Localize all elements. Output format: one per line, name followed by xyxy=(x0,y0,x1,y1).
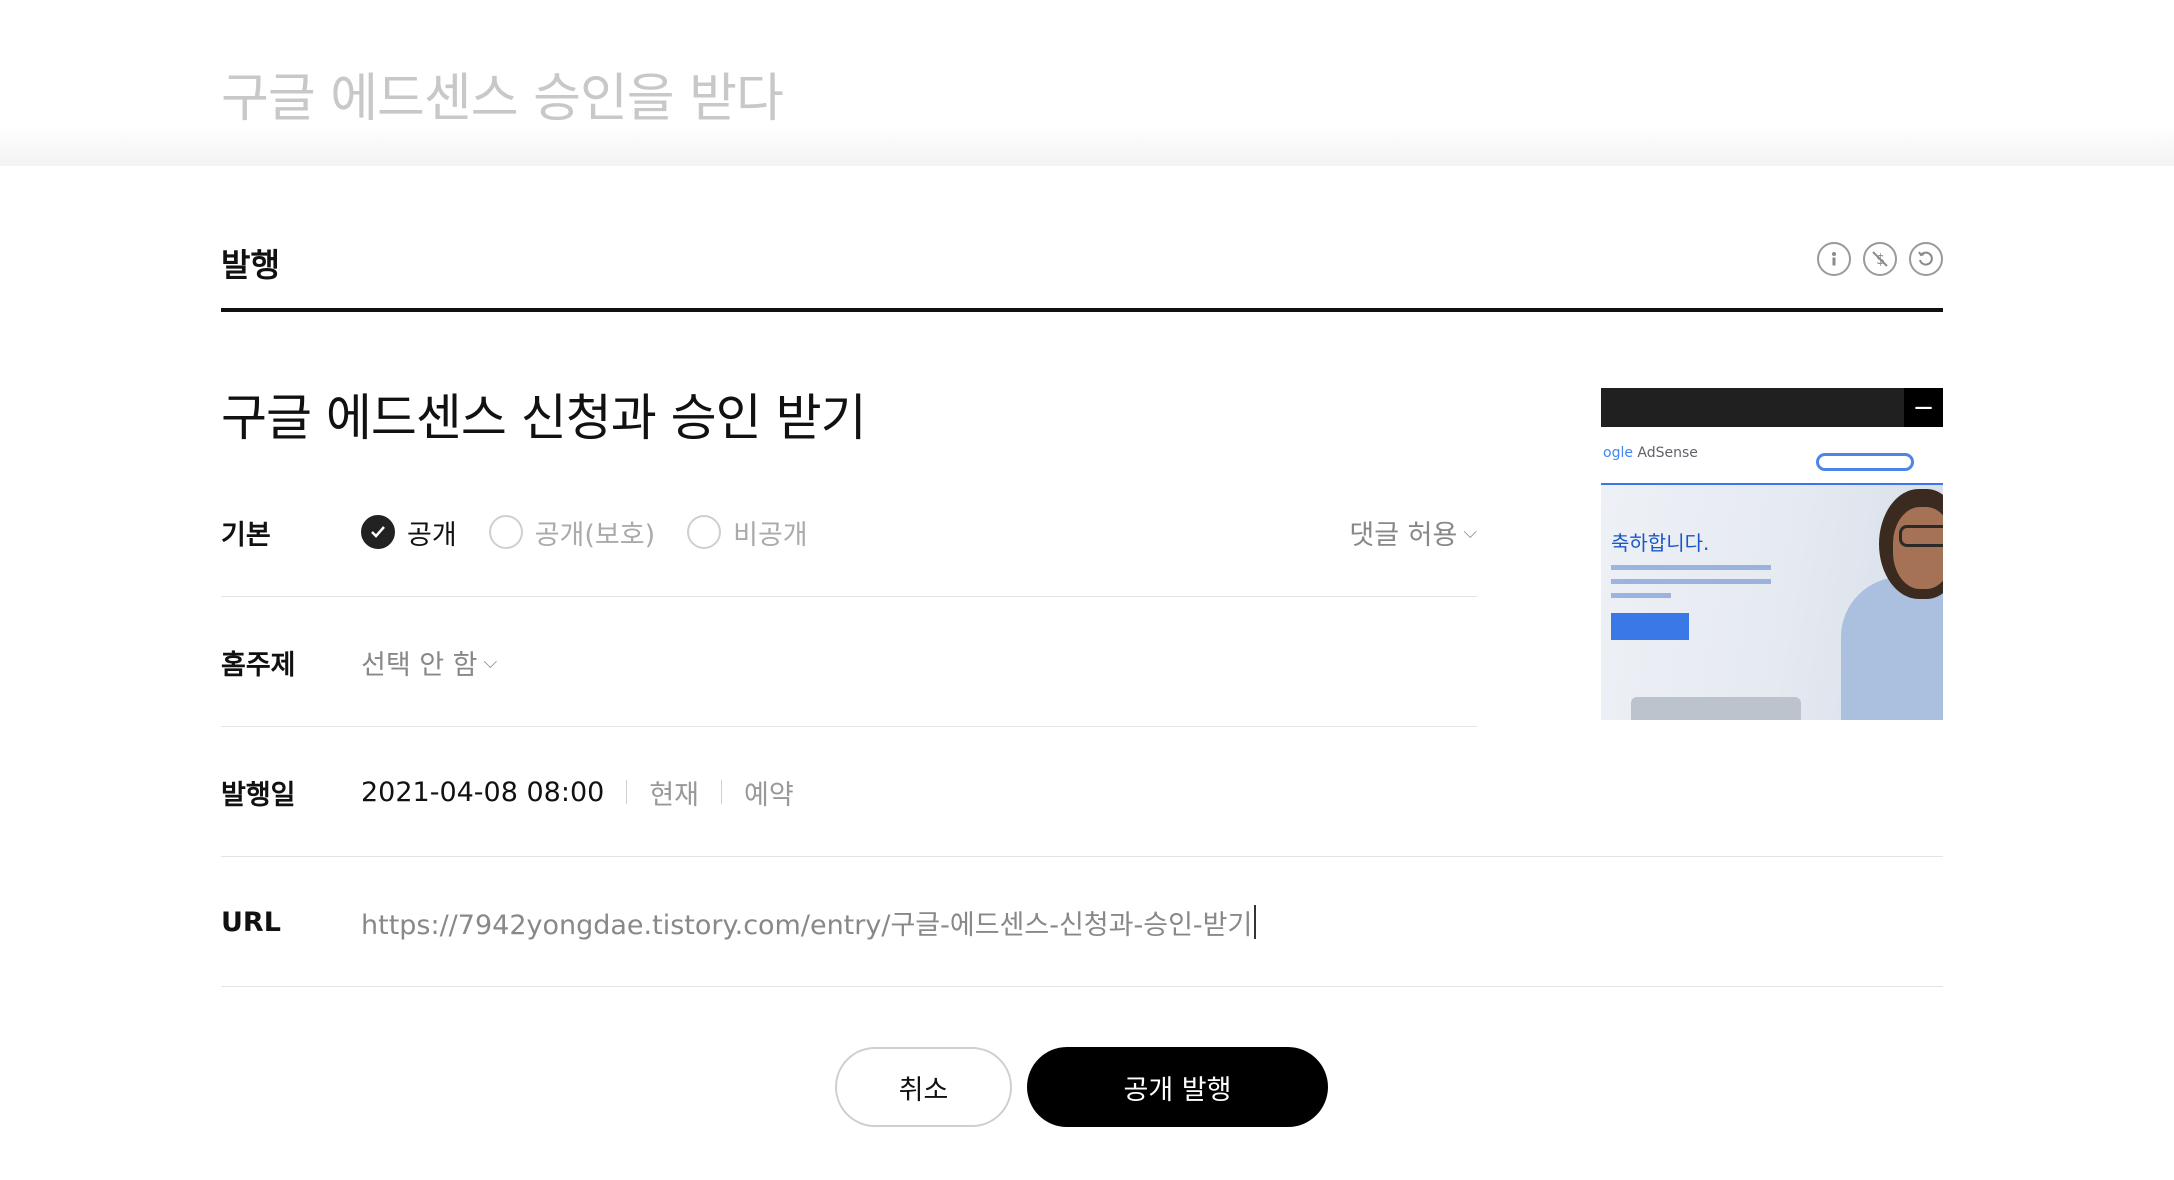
header-icons: $ xyxy=(1817,242,1943,276)
no-ads-icon[interactable]: $ xyxy=(1863,242,1897,276)
cancel-button[interactable]: 취소 xyxy=(835,1047,1012,1127)
adsense-headline: 축하합니다. xyxy=(1611,531,1710,555)
text-line xyxy=(1611,593,1671,598)
radio-public-label: 공개 xyxy=(407,519,457,551)
adsense-divider xyxy=(1601,483,1943,485)
radio-circle-icon xyxy=(687,515,722,549)
topic-value: 선택 안 함 xyxy=(361,649,478,681)
radio-protected[interactable]: 공개(보호) xyxy=(488,513,656,552)
remove-thumbnail-button[interactable]: − xyxy=(1904,388,1943,427)
adsense-logo: ogle AdSense xyxy=(1603,445,1698,461)
comment-setting-value: 댓글 허용 xyxy=(1349,519,1458,551)
visibility-options: 공개 공개(보호) 비공개 xyxy=(361,467,840,597)
thumbnail-image: ogle AdSense 축하합니다. xyxy=(1601,427,1943,720)
info-icon[interactable] xyxy=(1817,242,1851,276)
laptop-icon xyxy=(1631,697,1801,720)
divider xyxy=(721,780,722,804)
thumbnail-preview[interactable]: − ogle AdSense 축하합니다. xyxy=(1601,388,1943,720)
publish-date-row: 발행일 2021-04-08 08:00 현재 예약 xyxy=(221,727,1943,857)
url-label: URL xyxy=(221,906,281,938)
radio-circle-icon xyxy=(488,515,523,549)
visibility-row: 기본 공개 공개(보호) 비공개 댓글 허용 ⌵ xyxy=(221,467,1477,597)
adsense-search-pill xyxy=(1816,453,1914,471)
publish-button[interactable]: 공개 발행 xyxy=(1027,1047,1328,1127)
url-row: URL https://7942yongdae.tistory.com/entr… xyxy=(221,857,1943,987)
text-line xyxy=(1611,579,1771,584)
url-value: https://7942yongdae.tistory.com/entry/구글… xyxy=(361,909,1253,941)
topic-row: 홈주제 선택 안 함 ⌵ xyxy=(221,597,1477,727)
history-icon[interactable] xyxy=(1909,242,1943,276)
publish-date-label: 발행일 xyxy=(221,779,296,811)
text-line xyxy=(1611,565,1771,570)
check-icon xyxy=(361,515,395,549)
thumbnail-bar: − xyxy=(1601,388,1943,427)
chevron-down-icon: ⌵ xyxy=(483,651,498,673)
now-button[interactable]: 현재 xyxy=(649,773,699,812)
topic-label: 홈주제 xyxy=(221,649,296,681)
person-face xyxy=(1893,507,1943,589)
glasses-icon xyxy=(1899,525,1943,547)
post-title: 구글 에드센스 신청과 승인 받기 xyxy=(221,389,867,447)
radio-protected-label: 공개(보호) xyxy=(534,519,656,551)
text-caret xyxy=(1254,905,1257,939)
adsense-logo-prefix: ogle xyxy=(1603,445,1633,461)
publish-panel-title: 발행 xyxy=(221,246,280,284)
publish-date-body: 2021-04-08 08:00 현재 예약 xyxy=(361,727,794,857)
radio-private-label: 비공개 xyxy=(733,519,808,551)
adsense-logo-suffix: AdSense xyxy=(1632,445,1698,461)
chevron-down-icon: ⌵ xyxy=(1463,521,1477,543)
reserve-button[interactable]: 예약 xyxy=(744,773,794,812)
divider xyxy=(626,780,628,804)
publish-panel-header: 발행 $ xyxy=(221,240,1943,312)
radio-public[interactable]: 공개 xyxy=(361,513,457,552)
editor-topbar: 구글 에드센스 승인을 받다 xyxy=(0,0,2174,166)
visibility-label: 기본 xyxy=(221,519,271,551)
url-field[interactable]: https://7942yongdae.tistory.com/entry/구글… xyxy=(361,857,1257,987)
publish-date-value: 2021-04-08 08:00 xyxy=(361,776,605,808)
comment-setting-select[interactable]: 댓글 허용 ⌵ xyxy=(1349,467,1477,597)
adsense-header: ogle AdSense xyxy=(1601,427,1943,483)
radio-private[interactable]: 비공개 xyxy=(687,513,808,552)
editor-title-field[interactable]: 구글 에드센스 승인을 받다 xyxy=(221,56,784,131)
adsense-start-button xyxy=(1611,613,1689,640)
topic-select[interactable]: 선택 안 함 ⌵ xyxy=(361,597,497,727)
